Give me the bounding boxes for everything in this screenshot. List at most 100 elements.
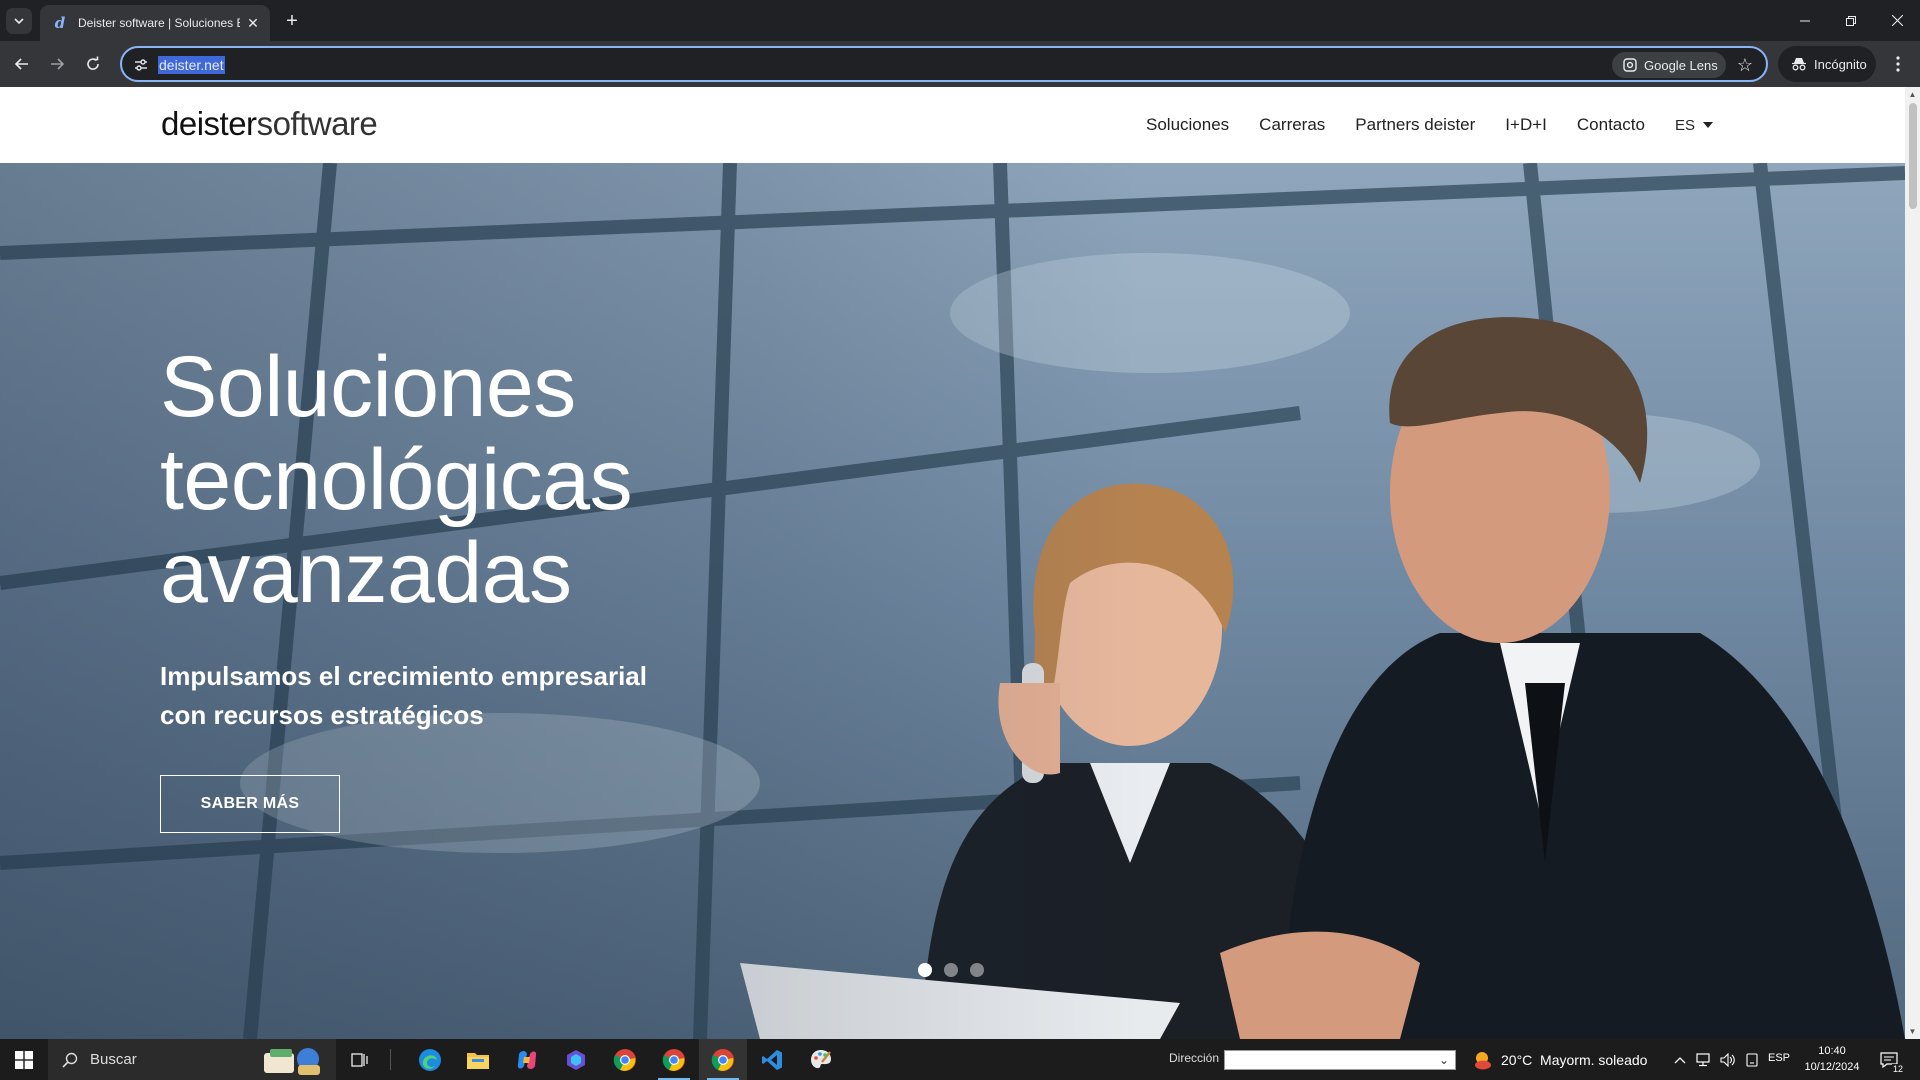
hero-title-line: avanzadas [160,525,572,621]
taskbar-app-purple[interactable] [552,1039,600,1080]
hero-subtitle: Impulsamos el crecimiento empresarial co… [160,657,720,735]
site-settings-icon[interactable] [132,56,150,74]
incognito-indicator[interactable]: Incógnito [1778,46,1876,82]
windows-logo-icon [15,1050,33,1069]
nav-link-partners[interactable]: Partners deister [1355,115,1475,135]
language-selector[interactable]: ES [1675,117,1713,134]
minimize-icon [1800,20,1810,21]
address-dropdown-icon[interactable]: ⌄ [1436,1052,1452,1068]
nav-link-contacto[interactable]: Contacto [1577,115,1645,135]
incognito-icon [1790,55,1808,73]
weather-widget[interactable]: 20°C Mayorm. soleado [1471,1039,1647,1080]
hero-title: Soluciones tecnológicas avanzadas [160,341,860,620]
hero-title-line: tecnológicas [160,432,633,528]
hero-title-line: Soluciones [160,339,576,435]
search-highlight-illustration-icon [264,1048,320,1075]
reload-button[interactable] [79,50,107,78]
hero-subtitle-line: con recursos estratégicos [160,700,484,730]
windows-taskbar: Buscar Dirección ⌄ 20°C Mayorm. soleado … [0,1039,1920,1080]
system-clock[interactable]: 10:40 10/12/2024 [1800,1043,1864,1075]
carousel-dot-3[interactable] [970,963,984,977]
taskbar-search-box[interactable]: Buscar [48,1039,336,1080]
new-tab-button[interactable]: + [280,9,304,33]
arrow-right-icon [51,58,65,70]
page-viewport: deistersoftware Soluciones Carreras Part… [0,87,1905,1039]
browser-tab-active[interactable]: d Deister software | Soluciones ERP ✕ [40,5,270,41]
volume-icon[interactable] [1716,1039,1740,1080]
scrollbar-thumb[interactable] [1909,103,1917,209]
back-button[interactable] [8,50,36,78]
scroll-down-arrow-icon[interactable]: ▼ [1908,1027,1917,1036]
reload-icon [87,56,99,70]
bookmark-star-icon[interactable]: ☆ [1734,54,1756,76]
restore-window-button[interactable] [1828,0,1874,41]
google-lens-button[interactable]: Google Lens [1612,52,1726,78]
close-window-button[interactable] [1874,0,1920,41]
site-header: deistersoftware Soluciones Carreras Part… [0,87,1905,163]
main-nav: Soluciones Carreras Partners deister I+D… [1146,115,1713,135]
partly-sunny-icon [1475,1051,1491,1069]
taskbar-edge[interactable] [406,1039,454,1080]
site-logo[interactable]: deistersoftware [161,105,378,143]
language-label: ES [1674,116,1695,134]
input-language-indicator[interactable]: ESP [1768,1052,1790,1064]
carousel-pagination [918,963,996,977]
url-text[interactable]: deister.net [158,56,225,74]
taskbar-address-input[interactable] [1224,1050,1456,1070]
vscode-icon [762,1049,782,1070]
taskbar-vscode[interactable] [748,1039,796,1080]
chevron-up-icon[interactable] [1668,1039,1692,1080]
network-icon[interactable] [1692,1039,1716,1080]
copilot-icon [517,1050,537,1069]
weather-text: 20°C Mayorm. soleado [1501,1051,1648,1068]
tab-title: Deister software | Soluciones ERP [78,16,240,30]
start-button[interactable] [0,1039,48,1080]
taskbar-divider [390,1049,391,1070]
app-hexagon-icon [567,1049,585,1070]
close-tab-icon[interactable]: ✕ [244,14,262,32]
display-icon[interactable] [1740,1039,1764,1080]
taskbar-chrome-2[interactable] [650,1039,698,1080]
saber-mas-button[interactable]: SABER MÁS [160,775,340,833]
carousel-dot-2[interactable] [944,963,958,977]
taskbar-address-label: Dirección [1169,1051,1220,1065]
browser-tab-strip: d Deister software | Soluciones ERP ✕ + [0,0,1920,41]
taskbar-chrome-1[interactable] [601,1039,649,1080]
notification-center-button[interactable]: 12 [1876,1047,1904,1074]
task-view-button[interactable] [336,1039,384,1080]
taskbar-copilot[interactable] [503,1039,551,1080]
taskbar-chrome-incognito[interactable] [699,1039,747,1080]
search-icon [62,1052,78,1068]
google-lens-label: Google Lens [1644,57,1718,73]
taskbar-paint[interactable] [797,1039,845,1080]
page-scrollbar[interactable]: ▲ ▼ [1905,87,1920,1039]
clock-date: 10/12/2024 [1804,1061,1860,1073]
nav-link-soluciones[interactable]: Soluciones [1146,115,1229,135]
taskbar-search-placeholder: Buscar [90,1051,137,1068]
chrome-icon [613,1048,636,1071]
edge-browser-icon [419,1048,441,1071]
more-vertical-icon [1896,56,1900,72]
browser-menu-button[interactable] [1886,50,1910,78]
nav-link-carreras[interactable]: Carreras [1259,115,1325,135]
browser-toolbar: deister.net Google Lens ☆ Incógnito [0,41,1920,87]
lens-icon [1622,57,1638,73]
deister-d-icon: d [54,14,66,32]
folder-icon [467,1052,489,1069]
chevron-down-icon [14,18,24,25]
notification-count-badge: 12 [1891,1064,1904,1074]
address-bar[interactable]: deister.net Google Lens ☆ [120,46,1768,82]
tab-search-button[interactable] [6,8,32,34]
carousel-dot-1[interactable] [918,963,932,977]
scroll-up-arrow-icon[interactable]: ▲ [1908,90,1917,99]
hero-subtitle-line: Impulsamos el crecimiento empresarial [160,661,647,691]
minimize-window-button[interactable] [1782,0,1828,41]
taskbar-file-explorer[interactable] [454,1039,502,1080]
incognito-label: Incógnito [1814,56,1867,72]
nav-link-idi[interactable]: I+D+I [1505,115,1547,135]
hero-carousel: Soluciones tecnológicas avanzadas Impuls… [0,163,1905,1039]
forward-button[interactable] [43,50,71,78]
clock-time: 10:40 [1818,1045,1846,1057]
task-view-icon [351,1052,368,1067]
paint-palette-icon [811,1049,831,1068]
